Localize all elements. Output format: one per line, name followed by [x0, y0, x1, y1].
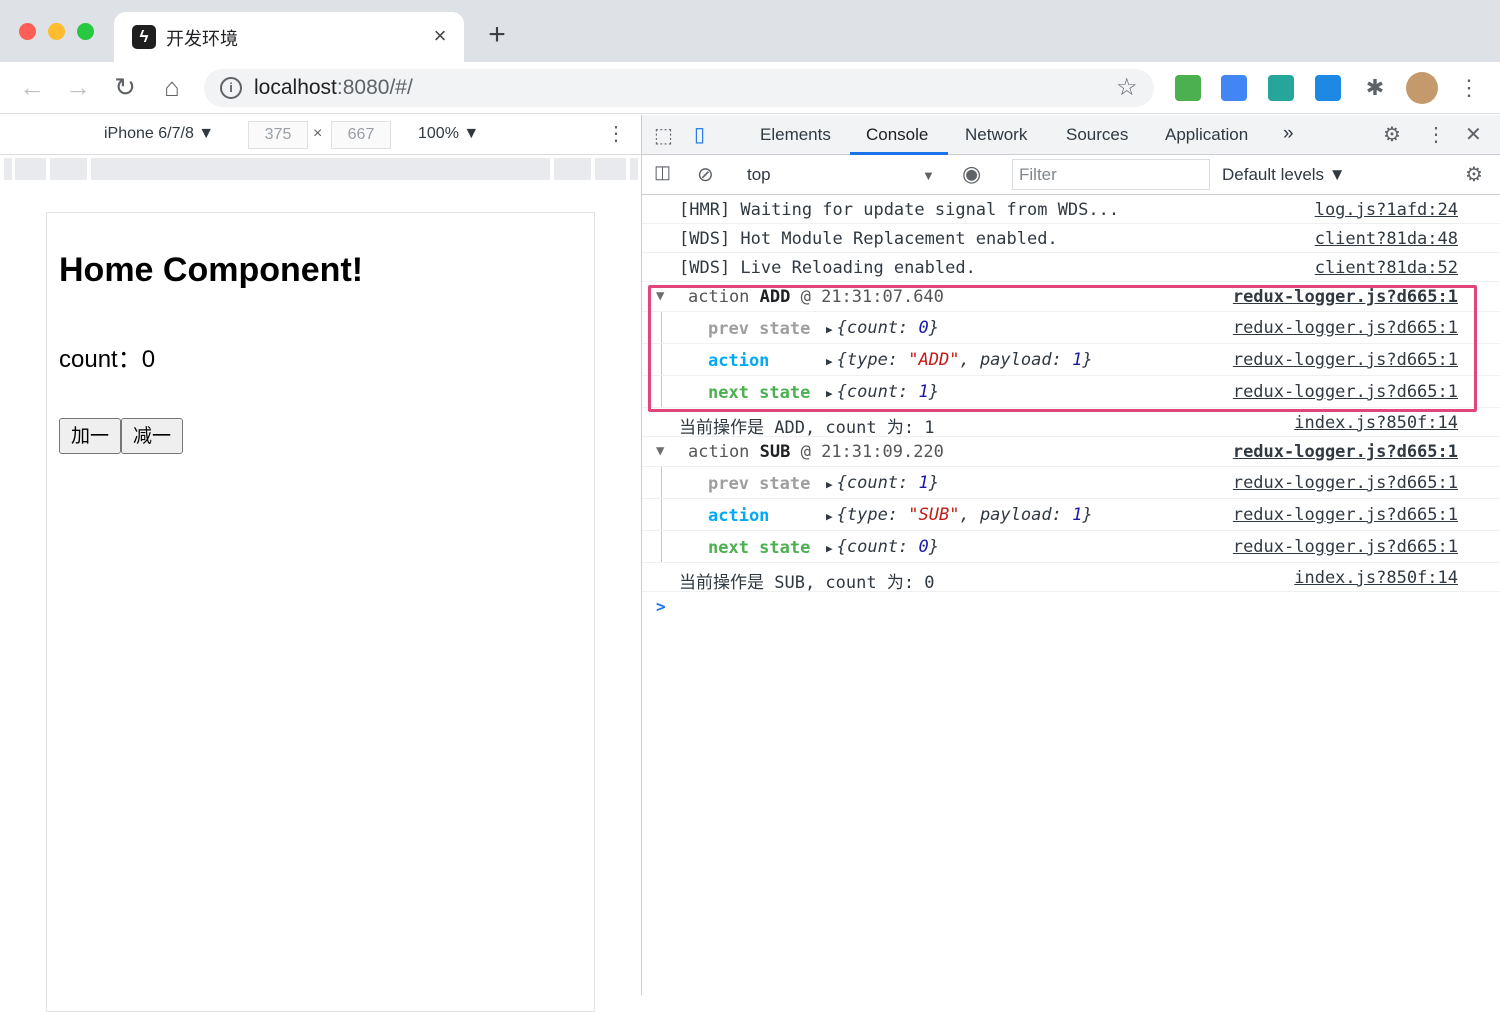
- log-group-entry: action ▶ {type: "SUB", payload: 1} redux-…: [642, 499, 1500, 531]
- avatar[interactable]: [1406, 72, 1438, 104]
- message-text: [WDS] Live Reloading enabled.: [679, 258, 976, 278]
- forward-icon[interactable]: →: [62, 72, 94, 104]
- clear-console-icon[interactable]: ⊘: [697, 162, 714, 187]
- device-toolbar: iPhone 6/7/8 ▼ 375 × 667 100% ▼ ⋮: [0, 115, 641, 155]
- source-link[interactable]: log.js?1afd:24: [1315, 200, 1458, 220]
- page-title: Home Component!: [59, 251, 364, 289]
- browser-toolbar: ← → ↻ ⌂ i localhost:8080/#/ ☆ ✱ ⋮: [0, 62, 1500, 114]
- source-link[interactable]: redux-logger.js?d665:1: [1233, 505, 1458, 525]
- prev-state-label: prev state: [708, 474, 811, 494]
- device-toggle-icon[interactable]: ▯: [694, 122, 705, 147]
- group-title: action SUB @ 21:31:09.220: [688, 442, 944, 462]
- menu-kebab-icon[interactable]: ⋮: [1456, 75, 1482, 101]
- log-group-header[interactable]: ▼ action SUB @ 21:31:09.220 redux-logger…: [642, 437, 1500, 467]
- log-group-entry: next state ▶ {count: 0} redux-logger.js?d…: [642, 531, 1500, 563]
- device-height-input[interactable]: 667: [331, 121, 391, 149]
- address-bar[interactable]: i localhost:8080/#/ ☆: [204, 69, 1154, 107]
- tab-sources[interactable]: Sources: [1066, 125, 1128, 145]
- console-message: 当前操作是 ADD, count 为: 1 index.js?850f:14: [642, 408, 1500, 438]
- s-extension-icon[interactable]: [1268, 75, 1294, 101]
- devtools-menu-icon[interactable]: ⋮: [1426, 122, 1446, 147]
- maximize-window-button[interactable]: [77, 23, 94, 40]
- message-text: 当前操作是 ADD, count 为: 1: [679, 418, 935, 438]
- devtools-tab-bar: ⬚ ▯ Elements Console Network Sources App…: [642, 115, 1500, 155]
- url-text[interactable]: localhost:8080/#/: [254, 76, 413, 100]
- translate-extension-icon[interactable]: [1221, 75, 1247, 101]
- new-tab-button[interactable]: +: [482, 20, 512, 50]
- browser-tab[interactable]: ϟ 开发环境 ×: [114, 12, 464, 62]
- sidebar-toggle-icon[interactable]: ◫: [654, 162, 671, 183]
- tab-close-icon[interactable]: ×: [428, 22, 452, 50]
- add-button[interactable]: 加一: [59, 418, 121, 454]
- close-devtools-icon[interactable]: ✕: [1465, 122, 1482, 147]
- app-logo-icon: ϟ: [132, 25, 156, 49]
- console-message: [WDS] Hot Module Replacement enabled. cl…: [642, 224, 1500, 253]
- eye-icon[interactable]: ◉: [962, 161, 981, 187]
- log-group-entry: prev state ▶ {count: 1} redux-logger.js?d…: [642, 467, 1500, 499]
- download-extension-icon[interactable]: [1315, 75, 1341, 101]
- minimize-window-button[interactable]: [48, 23, 65, 40]
- source-link[interactable]: client?81da:52: [1315, 258, 1458, 278]
- device-width-input[interactable]: 375: [248, 121, 308, 149]
- subtract-button[interactable]: 减一: [121, 418, 183, 454]
- settings-gear-icon[interactable]: ⚙: [1383, 122, 1401, 147]
- highlight-box: [648, 285, 1477, 412]
- tab-title: 开发环境: [166, 29, 238, 49]
- collapse-triangle-icon[interactable]: ▼: [656, 443, 664, 459]
- console-toolbar: ◫ ⊘ top ▼ ◉ Filter Default levels ▼ ⚙: [642, 155, 1500, 195]
- action-label: action: [708, 506, 770, 526]
- zoom-select[interactable]: 100% ▼: [418, 125, 479, 143]
- media-query-bar[interactable]: [0, 156, 641, 182]
- tab-application[interactable]: Application: [1165, 125, 1248, 145]
- message-text: [WDS] Hot Module Replacement enabled.: [679, 229, 1058, 249]
- puzzle-icon[interactable]: ✱: [1362, 75, 1388, 101]
- source-link[interactable]: index.js?850f:14: [1294, 568, 1458, 588]
- source-link[interactable]: redux-logger.js?d665:1: [1233, 442, 1458, 462]
- device-select[interactable]: iPhone 6/7/8 ▼: [104, 125, 214, 143]
- inspect-element-icon[interactable]: ⬚: [654, 123, 673, 148]
- console-settings-icon[interactable]: ⚙: [1465, 162, 1483, 187]
- device-viewport: Home Component! count：0 加一 减一: [0, 182, 641, 1012]
- app-page: Home Component! count：0 加一 减一: [46, 212, 595, 1012]
- qr-extension-icon[interactable]: [1175, 75, 1201, 101]
- site-info-icon[interactable]: i: [220, 77, 242, 99]
- bookmark-star-icon[interactable]: ☆: [1116, 73, 1138, 102]
- context-caret-icon[interactable]: ▼: [922, 168, 935, 183]
- reload-icon[interactable]: ↻: [109, 72, 141, 104]
- console-message: [HMR] Waiting for update signal from WDS…: [642, 195, 1500, 224]
- source-link[interactable]: redux-logger.js?d665:1: [1233, 537, 1458, 557]
- console-message: 当前操作是 SUB, count 为: 0 index.js?850f:14: [642, 563, 1500, 593]
- more-tabs-icon[interactable]: »: [1283, 123, 1294, 145]
- back-icon[interactable]: ←: [16, 72, 48, 104]
- source-link[interactable]: client?81da:48: [1315, 229, 1458, 249]
- home-icon[interactable]: ⌂: [156, 72, 188, 104]
- browser-tab-strip: ϟ 开发环境 × +: [0, 0, 1500, 62]
- log-levels-select[interactable]: Default levels ▼: [1222, 165, 1346, 185]
- device-menu-icon[interactable]: ⋮: [606, 121, 626, 146]
- tab-console[interactable]: Console: [866, 125, 928, 145]
- message-text: [HMR] Waiting for update signal from WDS…: [679, 200, 1120, 220]
- devtools-panel: ⬚ ▯ Elements Console Network Sources App…: [641, 115, 1500, 995]
- message-text: 当前操作是 SUB, count 为: 0: [679, 573, 935, 593]
- prev-state-object[interactable]: ▶ {count: 1}: [826, 473, 939, 493]
- source-link[interactable]: redux-logger.js?d665:1: [1233, 473, 1458, 493]
- context-select[interactable]: top: [747, 165, 771, 185]
- filter-input[interactable]: Filter: [1012, 159, 1210, 190]
- tab-elements[interactable]: Elements: [760, 125, 831, 145]
- tab-network[interactable]: Network: [965, 125, 1027, 145]
- next-state-object[interactable]: ▶ {count: 0}: [826, 537, 939, 557]
- console-prompt[interactable]: >: [656, 597, 666, 616]
- next-state-label: next state: [708, 538, 811, 558]
- count-display: count：0: [59, 346, 156, 373]
- dimension-times-icon: ×: [313, 125, 323, 142]
- console-message: [WDS] Live Reloading enabled. client?81d…: [642, 253, 1500, 282]
- action-object[interactable]: ▶ {type: "SUB", payload: 1}: [826, 505, 1093, 525]
- source-link[interactable]: index.js?850f:14: [1294, 413, 1458, 433]
- close-window-button[interactable]: [19, 23, 36, 40]
